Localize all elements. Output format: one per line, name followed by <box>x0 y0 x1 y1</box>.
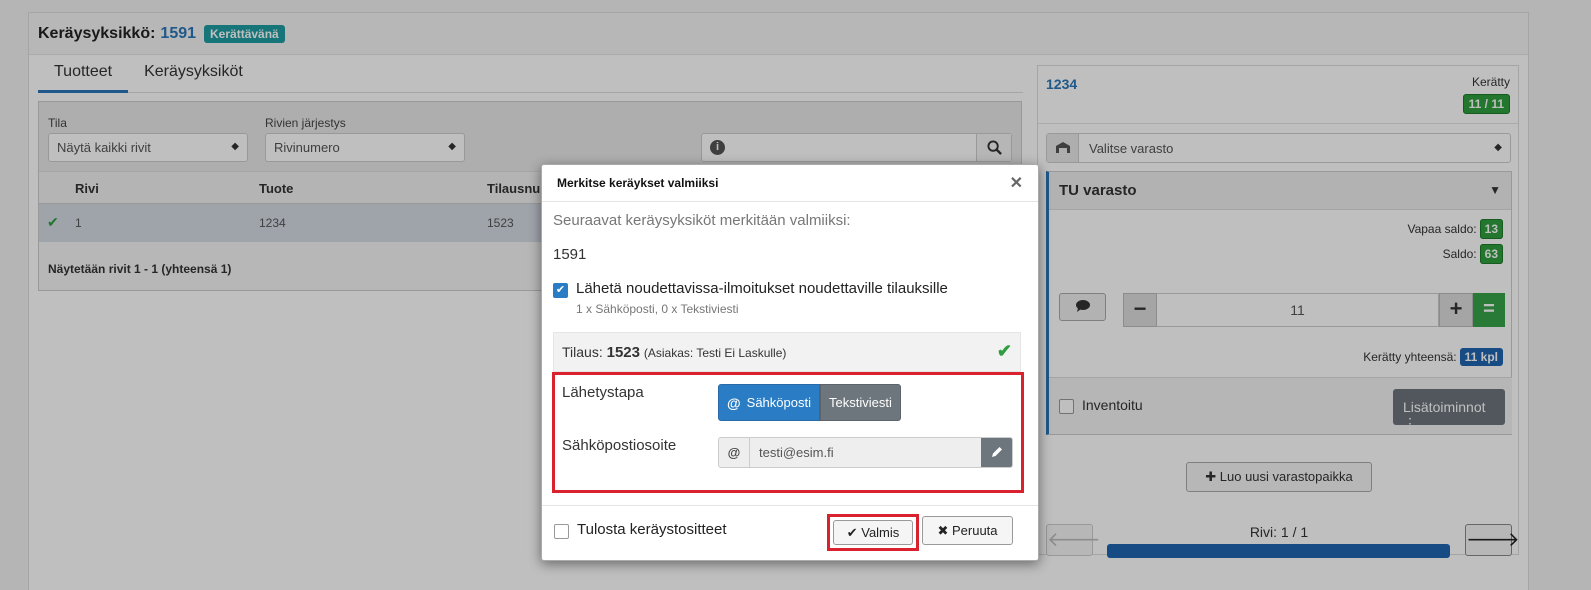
dialog-intro: Seuraavat keräysyksiköt merkitään valmii… <box>553 212 851 229</box>
dialog-header: Merkitse keräykset valmiiksi ✕ <box>542 165 1038 202</box>
order-line: Tilaus: 1523 (Asiakas: Testi Ei Laskulle… <box>562 344 786 361</box>
print-receipts-checkbox[interactable] <box>554 524 569 539</box>
at-icon: @ <box>719 438 750 467</box>
order-prefix: Tilaus: <box>562 344 603 360</box>
edit-email-button[interactable] <box>981 438 1012 467</box>
dialog-body: Seuraavat keräysyksiköt merkitään valmii… <box>542 202 1038 506</box>
close-icon[interactable]: ✕ <box>1010 173 1023 193</box>
check-icon: ✔ <box>846 525 858 540</box>
delivery-settings: Lähetystapa @ Sähköposti Tekstiviesti Sä… <box>552 372 1024 493</box>
method-sms-label: Tekstiviesti <box>828 395 892 410</box>
email-label: Sähköpostiosoite <box>562 437 677 454</box>
cancel-button-label: Peruuta <box>951 523 998 538</box>
order-summary: Tilaus: 1523 (Asiakas: Testi Ei Laskulle… <box>553 332 1021 372</box>
done-button-label: Valmis <box>861 525 900 540</box>
print-receipts-label: Tulosta keräystositteet <box>577 521 727 538</box>
at-icon: @ <box>727 394 741 411</box>
email-value: testi@esim.fi <box>759 445 834 460</box>
done-button[interactable]: ✔ Valmis <box>833 520 913 545</box>
dialog-footer: Tulosta keräystositteet ✔ Valmis ✖ Peruu… <box>542 505 1038 560</box>
close-icon: ✖ <box>937 523 949 538</box>
notify-label: Lähetä noudettavissa-ilmoitukset noudett… <box>576 280 948 297</box>
dialog-unit-number: 1591 <box>553 246 587 263</box>
method-sms-button[interactable]: Tekstiviesti <box>819 384 901 421</box>
method-email-label: Sähköposti <box>746 395 811 410</box>
delivery-method-label: Lähetystapa <box>562 384 644 401</box>
done-button-highlight: ✔ Valmis <box>827 514 919 551</box>
email-field[interactable]: @ testi@esim.fi <box>718 437 1013 468</box>
pencil-icon <box>991 447 1002 457</box>
cancel-button[interactable]: ✖ Peruuta <box>922 516 1013 545</box>
notify-checkbox[interactable]: ✔ <box>553 283 568 298</box>
notify-summary: 1 x Sähköposti, 0 x Tekstiviesti <box>576 302 739 316</box>
dialog-title: Merkitse keräykset valmiiksi <box>557 176 719 190</box>
mark-complete-dialog: Merkitse keräykset valmiiksi ✕ Seuraavat… <box>541 164 1039 561</box>
delivery-method-toggle: @ Sähköposti Tekstiviesti <box>718 384 901 421</box>
order-customer: (Asiakas: Testi Ei Laskulle) <box>643 346 787 360</box>
method-email-button[interactable]: @ Sähköposti <box>718 384 820 421</box>
order-number: 1523 <box>606 344 640 361</box>
check-icon: ✔ <box>996 341 1012 361</box>
